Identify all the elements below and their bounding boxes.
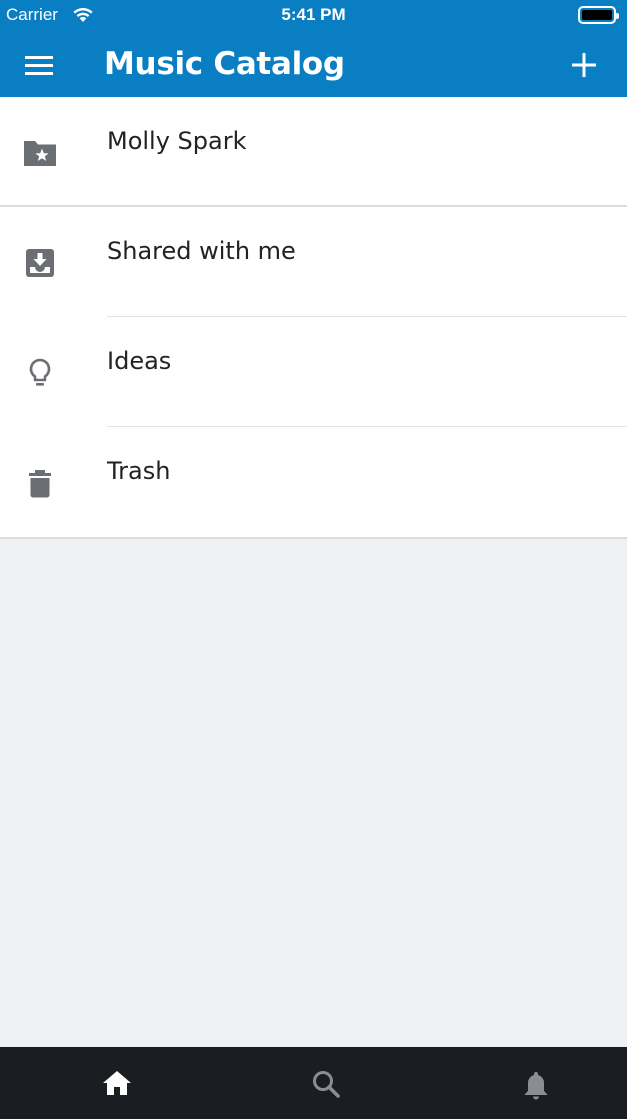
nav-bar: Music Catalog (0, 32, 627, 97)
list-item-molly-spark[interactable]: Molly Spark (0, 97, 627, 207)
trash-icon (22, 465, 58, 501)
tab-home[interactable] (14, 1047, 223, 1119)
folder-star-icon (22, 135, 58, 171)
list-item-trash[interactable]: Trash (0, 427, 627, 537)
list-item-ideas[interactable]: Ideas (0, 317, 627, 427)
battery-icon (578, 6, 619, 24)
page-title: Music Catalog (104, 46, 345, 82)
list-item-label: Ideas (107, 347, 172, 375)
list-item-label: Shared with me (107, 237, 296, 265)
app-header: Carrier 5:41 PM Music Catalog (0, 0, 627, 97)
inbox-download-icon (22, 245, 58, 281)
tab-search[interactable] (223, 1047, 432, 1119)
hamburger-menu-icon (25, 56, 53, 75)
status-bar: Carrier 5:41 PM (0, 0, 627, 32)
tab-bar (0, 1047, 627, 1119)
bell-icon (525, 1072, 547, 1100)
menu-button[interactable] (18, 44, 60, 86)
catalog-list: Molly Spark Shared with me Ideas Trash (0, 97, 627, 539)
search-icon (313, 1071, 340, 1098)
list-item-shared[interactable]: Shared with me (0, 207, 627, 317)
list-bottom-border (0, 537, 627, 539)
tab-notifications[interactable] (433, 1047, 627, 1119)
plus-icon (572, 53, 596, 77)
home-icon (103, 1071, 131, 1095)
list-item-label: Molly Spark (107, 127, 247, 155)
status-time: 5:41 PM (281, 5, 346, 24)
list-item-label: Trash (107, 457, 171, 485)
lightbulb-icon (22, 355, 58, 391)
add-button[interactable] (563, 44, 605, 86)
